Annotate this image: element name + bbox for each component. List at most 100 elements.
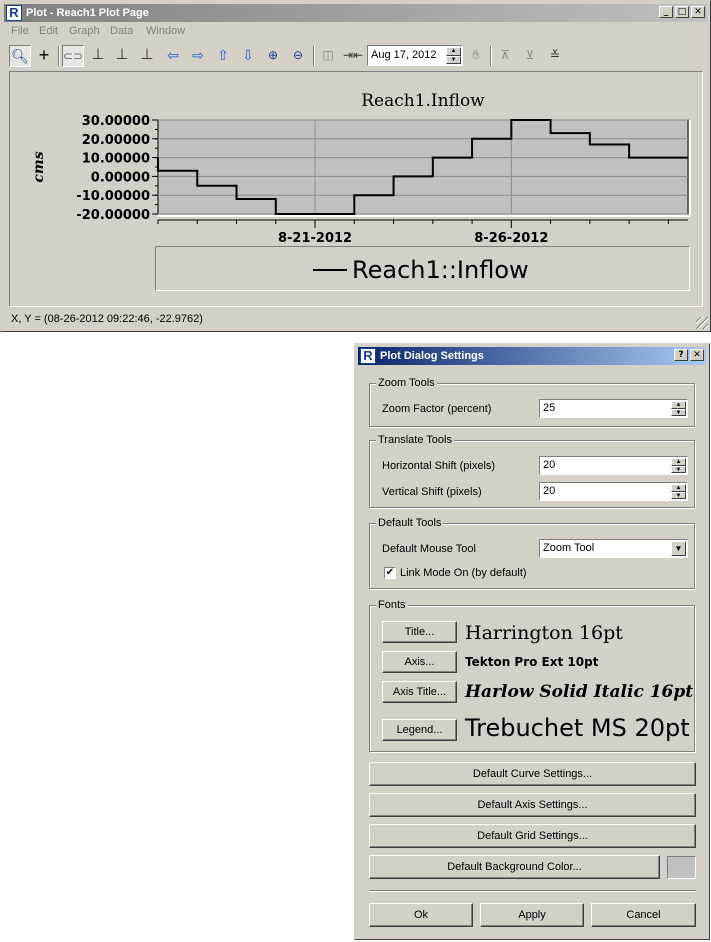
menu-bar: File Edit Graph Data Window xyxy=(1,25,710,41)
menu-graph[interactable]: Graph xyxy=(69,25,100,37)
chart-title: Reach1.Inflow xyxy=(361,91,485,111)
app-logo-icon: R xyxy=(6,5,22,21)
plot-window: R Plot - Reach1 Plot Page _ □ ✕ File Edi… xyxy=(0,0,711,332)
horizontal-shift-label: Horizontal Shift (pixels) xyxy=(382,460,496,472)
apply-button[interactable]: Apply xyxy=(480,903,584,927)
zoom-factor-field[interactable]: 25 ▲ ▼ xyxy=(539,399,688,418)
crosshair-icon[interactable]: + xyxy=(33,45,55,67)
split-icon[interactable]: ◫ xyxy=(317,45,339,67)
menu-file[interactable]: File xyxy=(11,25,29,37)
dialog-title: Plot Dialog Settings xyxy=(380,350,484,362)
default-axis-settings-button[interactable]: Default Axis Settings... xyxy=(369,793,696,817)
axis-font-sample: Tekton Pro Ext 10pt xyxy=(465,655,599,669)
zoom-factor-label: Zoom Factor (percent) xyxy=(382,403,492,415)
legend-font-button[interactable]: Legend... xyxy=(382,719,457,741)
translate-tools-label: Translate Tools xyxy=(376,434,454,446)
toolbar-separator xyxy=(58,46,60,66)
axis-r-icon[interactable]: ⊥ xyxy=(111,45,133,67)
link-mode-checkbox[interactable]: ✔ xyxy=(384,567,396,579)
maximize-button[interactable]: □ xyxy=(675,6,689,18)
y-tick-label: 30.00000 xyxy=(82,114,150,129)
date-value: Aug 17, 2012 xyxy=(371,49,437,61)
y-tick-label: -20.00000 xyxy=(76,208,150,223)
axis-s-icon[interactable]: ⊥ xyxy=(136,45,158,67)
axis-title-font-button[interactable]: Axis Title... xyxy=(382,681,457,703)
vertical-shift-value: 20 xyxy=(543,485,556,497)
axis-font-button[interactable]: Axis... xyxy=(382,651,457,673)
default-curve-settings-button[interactable]: Default Curve Settings... xyxy=(369,762,696,786)
horizontal-shift-spinner[interactable]: ▲ ▼ xyxy=(671,458,686,473)
dialog-title-bar[interactable]: R Plot Dialog Settings ? ✕ xyxy=(358,347,706,365)
zoom-factor-spinner[interactable]: ▲ ▼ xyxy=(671,401,686,416)
y-tick-label: 10.00000 xyxy=(82,152,150,167)
pan-right-icon[interactable]: ⇨ xyxy=(187,45,209,67)
background-color-swatch[interactable] xyxy=(667,856,696,879)
menu-data[interactable]: Data xyxy=(110,25,133,37)
fonts-group: Fonts Title... Harrington 16pt Axis... T… xyxy=(369,599,695,752)
chevron-down-icon[interactable]: ▼ xyxy=(671,541,686,556)
title-font-button[interactable]: Title... xyxy=(382,621,457,643)
title-font-sample: Harrington 16pt xyxy=(465,622,623,644)
legend-box: Reach1::Inflow xyxy=(155,246,690,291)
translate-tools-group: Translate Tools Horizontal Shift (pixels… xyxy=(369,434,695,508)
scroll-bottom-icon[interactable]: ⊻ xyxy=(519,45,541,67)
link-icon[interactable]: ⊂⊃ xyxy=(62,45,84,67)
pan-down-icon[interactable]: ⇩ xyxy=(237,45,259,67)
dialog-divider xyxy=(369,890,696,892)
pan-left-icon[interactable]: ⇦ xyxy=(162,45,184,67)
hand-icon[interactable]: ✋︎ xyxy=(465,45,487,67)
menu-edit[interactable]: Edit xyxy=(39,25,58,37)
default-mouse-tool-select[interactable]: Zoom Tool ▼ xyxy=(539,539,688,558)
fonts-label: Fonts xyxy=(376,599,408,611)
scroll-end-icon[interactable]: ≚ xyxy=(544,45,566,67)
toolbar-separator xyxy=(313,46,315,66)
y-tick-label: -10.00000 xyxy=(76,189,150,204)
dialog-close-button[interactable]: ✕ xyxy=(690,349,704,361)
status-bar: X, Y = (08-26-2012 09:22:46, -22.9762) xyxy=(11,313,203,325)
toolbar: 🔍︎ + ⊂⊃ ⊥ ⊥ ⊥ ⇦ ⇨ ⇧ ⇩ ⊕ ⊖ ◫ ⇥⇤ Aug 17, 2… xyxy=(7,45,707,67)
axis-title-font-sample: Harlow Solid Italic 16pt xyxy=(465,682,694,702)
zoom-factor-value: 25 xyxy=(543,402,556,414)
default-tools-label: Default Tools xyxy=(376,517,444,529)
menu-window[interactable]: Window xyxy=(146,25,185,37)
y-axis-label: cms xyxy=(31,151,47,182)
minimize-button[interactable]: _ xyxy=(659,6,673,18)
horizontal-shift-value: 20 xyxy=(543,459,556,471)
zoom-out-icon[interactable]: ⊖ xyxy=(287,45,309,67)
default-background-color-button[interactable]: Default Background Color... xyxy=(369,855,660,879)
pan-up-icon[interactable]: ⇧ xyxy=(212,45,234,67)
toolbar-separator xyxy=(490,46,492,66)
zoom-tools-label: Zoom Tools xyxy=(376,377,437,389)
merge-icon[interactable]: ⇥⇤ xyxy=(342,45,364,67)
status-text: X, Y = (08-26-2012 09:22:46, -22.9762) xyxy=(11,313,203,325)
cancel-button[interactable]: Cancel xyxy=(591,903,696,927)
legend-font-sample: Trebuchet MS 20pt xyxy=(465,714,690,742)
app-logo-icon: R xyxy=(360,348,376,364)
horizontal-shift-field[interactable]: 20 ▲ ▼ xyxy=(539,456,688,475)
default-mouse-tool-value: Zoom Tool xyxy=(543,542,595,554)
help-button[interactable]: ? xyxy=(674,349,688,361)
scroll-top-icon[interactable]: ⊼ xyxy=(494,45,516,67)
resize-grip-icon[interactable] xyxy=(696,317,708,329)
plot-dialog-settings: R Plot Dialog Settings ? ✕ Zoom Tools Zo… xyxy=(354,343,710,940)
legend-line xyxy=(313,269,347,271)
x-tick-label: 8-21-2012 xyxy=(278,231,352,246)
vertical-shift-spinner[interactable]: ▲ ▼ xyxy=(671,484,686,499)
zoom-tool-icon[interactable]: 🔍︎ xyxy=(9,45,31,67)
axis-icon[interactable]: ⊥ xyxy=(87,45,109,67)
ok-button[interactable]: Ok xyxy=(369,903,473,927)
default-mouse-tool-label: Default Mouse Tool xyxy=(382,543,476,555)
link-mode-label[interactable]: Link Mode On (by default) xyxy=(400,567,527,579)
default-grid-settings-button[interactable]: Default Grid Settings... xyxy=(369,824,696,848)
plot-title-bar[interactable]: R Plot - Reach1 Plot Page _ □ ✕ xyxy=(4,4,707,22)
legend-label: Reach1::Inflow xyxy=(352,256,529,284)
date-spinner[interactable]: ▲ ▼ xyxy=(446,47,461,64)
close-button[interactable]: ✕ xyxy=(691,6,705,18)
plot-area: 30.00000 20.00000 10.00000 0.00000 -10.00000… xyxy=(9,71,703,307)
date-field[interactable]: Aug 17, 2012 ▲ ▼ xyxy=(367,45,463,66)
zoom-in-icon[interactable]: ⊕ xyxy=(262,45,284,67)
x-tick-label: 8-26-2012 xyxy=(474,231,548,246)
vertical-shift-label: Vertical Shift (pixels) xyxy=(382,486,482,498)
vertical-shift-field[interactable]: 20 ▲ ▼ xyxy=(539,482,688,501)
default-tools-group: Default Tools Default Mouse Tool Zoom To… xyxy=(369,517,695,589)
